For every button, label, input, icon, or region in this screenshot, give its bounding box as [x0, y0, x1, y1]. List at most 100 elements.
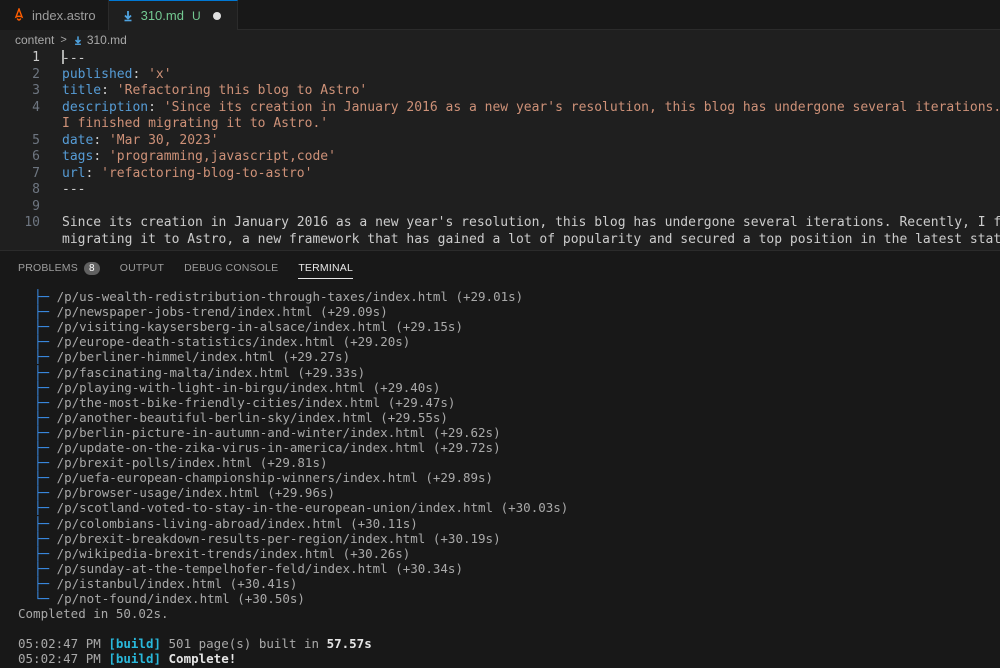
route-path: /p/fascinating-malta/index.html [56, 364, 298, 380]
route-path: /p/update-on-the-zika-virus-in-america/i… [56, 440, 433, 455]
chevron-right-icon: > [60, 34, 67, 46]
terminal-route-line: ├─ /p/visiting-kaysersberg-in-alsace/ind… [0, 319, 463, 334]
code-text: Since its creation in January 2016 as a … [62, 215, 1000, 232]
route-path: /p/berliner-himmel/index.html [56, 349, 283, 365]
route-time: (+29.15s) [395, 319, 463, 335]
tree-branch: ├─ [34, 545, 57, 561]
yaml-string: 'Mar 30, 2023' [108, 132, 219, 148]
tree-branch: ├─ [34, 364, 57, 380]
panel-tabs: PROBLEMS 8 OUTPUT DEBUG CONSOLE TERMINAL [0, 251, 373, 285]
terminal-route-line: ├─ /p/newspaper-jobs-trend/index.html (+… [0, 304, 388, 319]
route-time: (+30.11s) [350, 515, 418, 531]
breadcrumb-folder[interactable]: content [15, 33, 54, 47]
route-path: /p/wikipedia-brexit-trends/index.html [56, 545, 343, 561]
code-text: I finished migrating it to Astro.' [62, 116, 328, 133]
tree-branch: ├─ [34, 515, 57, 531]
tree-branch: ├─ [34, 334, 57, 350]
terminal-route-line: ├─ /p/uefa-european-championship-winners… [0, 470, 493, 485]
tree-branch: ├─ [34, 424, 57, 440]
tab-terminal-label: TERMINAL [298, 262, 354, 274]
code-editor[interactable]: 1 --- 2 published: 'x' 3 title: 'Refactoring … [0, 50, 1000, 250]
route-time: (+29.20s) [342, 334, 411, 350]
yaml-string: 'Refactoring this blog to Astro' [116, 83, 368, 98]
line-number: 7 [32, 165, 40, 181]
route-time: (+29.62s) [432, 424, 501, 440]
tab-debug-console-label: DEBUG CONSOLE [184, 262, 279, 274]
route-time: (+29.96s) [267, 485, 336, 501]
route-time: (+29.55s) [380, 409, 448, 425]
route-time: (+30.34s) [395, 560, 463, 576]
unsaved-dot-icon[interactable] [212, 11, 221, 20]
terminal-route-line: ├─ /p/scotland-voted-to-stay-in-the-euro… [0, 500, 568, 515]
route-time: (+29.33s) [297, 364, 366, 380]
tree-branch: ├─ [34, 394, 57, 410]
route-path: /p/the-most-bike-friendly-cities/index.h… [56, 394, 388, 410]
yaml-key: tags [62, 149, 94, 164]
terminal-route-line: ├─ /p/europe-death-statistics/index.html… [0, 334, 410, 349]
route-time: (+29.72s) [432, 440, 501, 455]
tab-debug-console[interactable]: DEBUG CONSOLE [184, 251, 278, 285]
tree-branch: └─ [34, 591, 57, 606]
tree-branch: ├─ [34, 289, 57, 304]
tree-branch: ├─ [34, 530, 57, 546]
tree-branch: ├─ [34, 560, 57, 576]
tree-branch: ├─ [34, 409, 57, 425]
terminal-route-line: ├─ /p/brexit-breakdown-results-per-regio… [0, 531, 501, 546]
tree-branch: ├─ [34, 379, 57, 395]
route-time: (+30.50s) [237, 591, 305, 606]
terminal-route-line: ├─ /p/the-most-bike-friendly-cities/inde… [0, 395, 455, 410]
git-status-badge: U [191, 8, 201, 23]
log-emphasis: 57.57s [326, 636, 372, 652]
yaml-key: description [62, 99, 149, 115]
code-text: tags: 'programming,javascript,code' [62, 149, 336, 166]
route-path: /p/brexit-breakdown-results-per-region/i… [56, 530, 433, 546]
tab-problems-label: PROBLEMS [18, 262, 78, 274]
line-number: 4 [32, 99, 40, 115]
tree-branch: ├─ [34, 349, 57, 365]
yaml-string: 'refactoring-blog-to-astro' [101, 165, 313, 181]
tab-problems[interactable]: PROBLEMS 8 [18, 251, 100, 285]
build-log-line: 05:02:47 PM [build] 501 page(s) built in… [0, 636, 372, 651]
code-text: title: 'Refactoring this blog to Astro' [62, 83, 367, 100]
yaml-key: date [62, 132, 94, 148]
tree-branch: ├─ [34, 485, 57, 501]
breadcrumb: content > 310.md [0, 30, 1000, 50]
markdown-file-icon [121, 9, 135, 23]
code-text: published: 'x' [62, 67, 172, 84]
log-timestamp: 05:02:47 PM [18, 651, 109, 667]
route-path: /p/uefa-european-championship-winners/in… [56, 470, 426, 486]
line-number: 5 [32, 132, 40, 148]
tree-branch: ├─ [34, 304, 57, 320]
completed-message: Completed in 50.02s. [18, 606, 169, 622]
code-token: : [132, 66, 149, 82]
terminal-route-line: ├─ /p/berlin-picture-in-autumn-and-winte… [0, 425, 501, 440]
route-path: /p/istanbul/index.html [56, 575, 230, 591]
tab-index-astro[interactable]: index.astro [0, 0, 109, 30]
build-tag: [build] [108, 651, 169, 667]
tab-output[interactable]: OUTPUT [120, 251, 164, 285]
terminal-route-line: ├─ /p/sunday-at-the-tempelhofer-feld/ind… [0, 561, 463, 576]
tree-branch: ├─ [34, 455, 57, 471]
breadcrumb-file[interactable]: 310.md [87, 33, 127, 47]
code-token: migrating it to Astro, a new framework t… [62, 231, 1000, 247]
problems-count-badge: 8 [83, 261, 100, 275]
line-number: 10 [24, 215, 40, 230]
tab-310-md[interactable]: 310.md U [108, 0, 238, 30]
route-time: (+29.89s) [425, 470, 494, 486]
route-time: (+30.26s) [342, 545, 411, 561]
route-path: /p/browser-usage/index.html [56, 485, 268, 501]
markdown-file-icon [73, 35, 83, 46]
terminal-route-line: ├─ /p/playing-with-light-in-birgu/index.… [0, 380, 440, 395]
route-path: /p/scotland-voted-to-stay-in-the-europea… [56, 500, 501, 516]
tree-branch: ├─ [34, 319, 57, 335]
code-token: : [85, 165, 102, 181]
tab-terminal[interactable]: TERMINAL [298, 251, 353, 285]
build-tag: [build] [108, 636, 169, 652]
route-path: /p/visiting-kaysersberg-in-alsace/index.… [56, 319, 396, 335]
code-text: --- [62, 50, 85, 68]
line-number: 2 [32, 66, 40, 82]
astro-file-icon [12, 8, 26, 22]
yaml-key: title [62, 83, 102, 98]
terminal-route-line: ├─ /p/colombians-living-abroad/index.htm… [0, 516, 418, 531]
route-path: /p/berlin-picture-in-autumn-and-winter/i… [56, 424, 433, 440]
